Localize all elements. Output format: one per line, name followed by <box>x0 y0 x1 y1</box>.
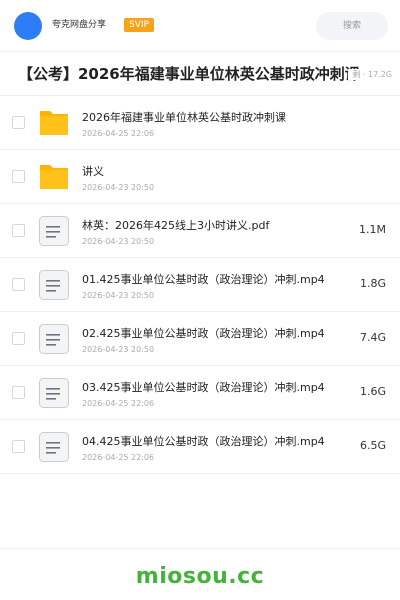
share-title-row: 【公考】2026年福建事业单位林英公基时政冲刺课 剩 · 17.2G <box>0 52 400 96</box>
meta-prefix: 剩 <box>352 70 361 79</box>
file-size: 6.5G <box>359 439 386 452</box>
row-checkbox[interactable] <box>12 116 25 129</box>
row-checkbox[interactable] <box>12 332 25 345</box>
file-list: 2026年福建事业单位林英公基时政冲刺课 2026-04-25 22:06 讲义… <box>0 96 400 474</box>
row-checkbox[interactable] <box>12 386 25 399</box>
share-meta: 剩 · 17.2G <box>348 69 392 80</box>
document-icon <box>39 270 69 300</box>
file-name: 林英：2026年425线上3小时讲义.pdf <box>82 219 270 232</box>
file-date: 2026-04-25 22:06 <box>82 399 155 408</box>
document-icon <box>39 432 69 462</box>
share-title: 【公考】2026年福建事业单位林英公基时政冲刺课 <box>18 65 360 83</box>
file-name: 03.425事业单位公基时政（政治理论）冲刺.mp4 <box>82 381 325 394</box>
folder-icon <box>40 165 68 189</box>
vip-badge: SVIP <box>124 18 154 32</box>
search-button[interactable]: 搜索 <box>316 12 388 40</box>
file-date: 2026-04-23 20:50 <box>82 183 155 192</box>
file-row[interactable]: 03.425事业单位公基时政（政治理论）冲刺.mp4 2026-04-25 22… <box>0 366 400 420</box>
file-row[interactable]: 2026年福建事业单位林英公基时政冲刺课 2026-04-25 22:06 <box>0 96 400 150</box>
file-size: 1.1M <box>359 223 386 236</box>
file-name: 2026年福建事业单位林英公基时政冲刺课 <box>82 111 286 124</box>
file-name: 04.425事业单位公基时政（政治理论）冲刺.mp4 <box>82 435 325 448</box>
total-size: 17.2G <box>367 70 392 79</box>
watermark: miosou.cc <box>135 564 265 589</box>
file-row[interactable]: 林英：2026年425线上3小时讲义.pdf 2026-04-23 20:50 … <box>0 204 400 258</box>
file-size: 1.6G <box>359 385 386 398</box>
folder-icon <box>40 111 68 135</box>
document-icon <box>39 378 69 408</box>
file-date: 2026-04-25 22:06 <box>82 453 155 462</box>
file-size: 1.8G <box>359 277 386 290</box>
file-row[interactable]: 01.425事业单位公基时政（政治理论）冲刺.mp4 2026-04-23 20… <box>0 258 400 312</box>
file-date: 2026-04-25 22:06 <box>82 129 155 138</box>
file-row[interactable]: 讲义 2026-04-23 20:50 <box>0 150 400 204</box>
file-date: 2026-04-23 20:50 <box>82 237 155 246</box>
file-date: 2026-04-23 20:50 <box>82 291 155 300</box>
row-checkbox[interactable] <box>12 170 25 183</box>
file-name: 02.425事业单位公基时政（政治理论）冲刺.mp4 <box>82 327 325 340</box>
file-date: 2026-04-23 20:50 <box>82 345 155 354</box>
file-row[interactable]: 04.425事业单位公基时政（政治理论）冲刺.mp4 2026-04-25 22… <box>0 420 400 474</box>
row-checkbox[interactable] <box>12 278 25 291</box>
row-checkbox[interactable] <box>12 224 25 237</box>
user-name: 夸克网盘分享 <box>52 20 107 30</box>
file-name: 01.425事业单位公基时政（政治理论）冲刺.mp4 <box>82 273 325 286</box>
document-icon <box>39 324 69 354</box>
row-checkbox[interactable] <box>12 440 25 453</box>
file-name: 讲义 <box>82 165 104 178</box>
avatar[interactable] <box>14 12 42 40</box>
file-row[interactable]: 02.425事业单位公基时政（政治理论）冲刺.mp4 2026-04-23 20… <box>0 312 400 366</box>
file-size: 7.4G <box>359 331 386 344</box>
top-bar: 夸克网盘分享 SVIP 搜索 <box>0 0 400 52</box>
document-icon <box>39 216 69 246</box>
